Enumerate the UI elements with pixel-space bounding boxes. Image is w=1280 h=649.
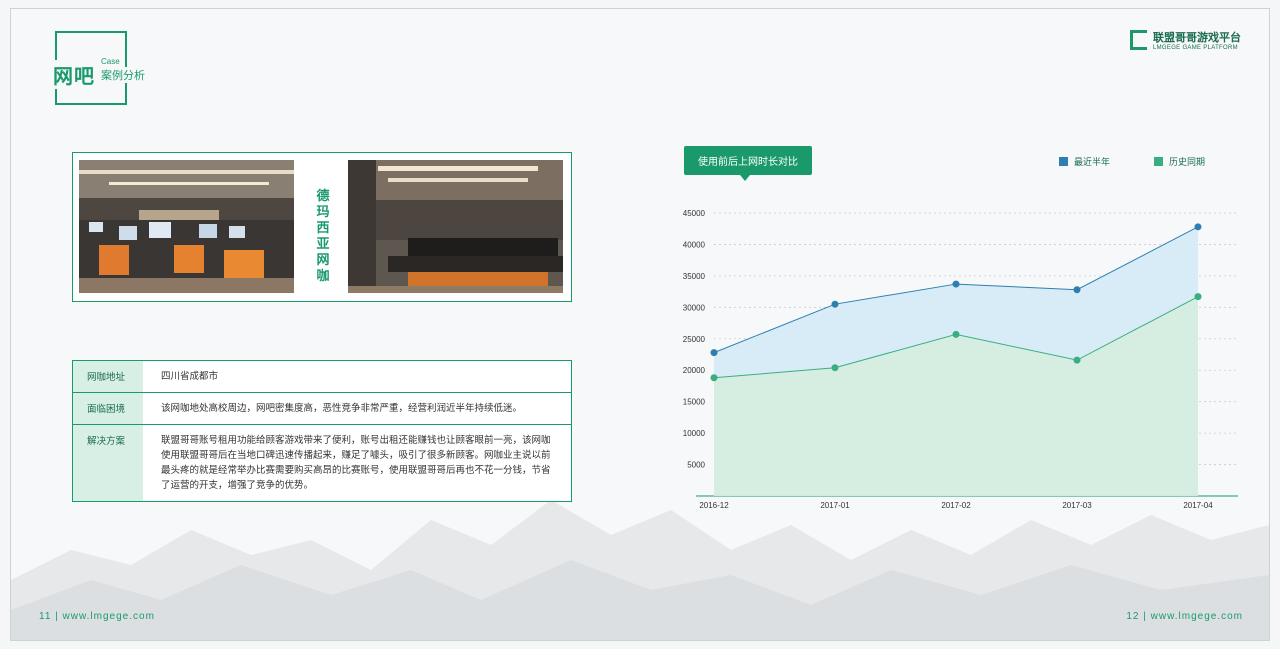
page-frame: 网吧 Case 案例分析 联盟哥哥游戏平台 LMGEGE GAME PLATFO… bbox=[10, 8, 1270, 641]
y-tick-label: 5000 bbox=[687, 461, 705, 470]
info-table: 网咖地址 四川省成都市 面临困境 该网咖地处高校周边，网吧密集度高，恶性竞争非常… bbox=[72, 360, 572, 502]
internet-cafe-photo-1 bbox=[79, 160, 294, 293]
y-tick-label: 20000 bbox=[683, 366, 706, 375]
info-label: 解决方案 bbox=[73, 425, 143, 501]
data-point-history bbox=[952, 330, 960, 338]
info-value: 联盟哥哥账号租用功能给顾客游戏带来了便利，账号出租还能赚钱也让顾客眼前一亮，该网… bbox=[161, 435, 551, 491]
section-title: 网吧 Case 案例分析 bbox=[51, 31, 147, 105]
title-case-label: Case bbox=[101, 57, 120, 66]
info-label: 面临困境 bbox=[73, 393, 143, 424]
brand: 联盟哥哥游戏平台 LMGEGE GAME PLATFORM bbox=[1130, 29, 1241, 51]
x-tick-label: 2017-03 bbox=[1062, 501, 1092, 510]
y-tick-label: 15000 bbox=[683, 398, 706, 407]
data-point-history bbox=[710, 374, 718, 382]
title-main: 网吧 bbox=[51, 60, 97, 89]
cafe-name-label: 德玛西亚网咖 bbox=[316, 188, 330, 283]
line-area-chart: 5000 10000 15000 20000 25000 30000 35000 40000 4… bbox=[683, 209, 1238, 510]
data-point-history bbox=[1073, 356, 1081, 364]
internet-cafe-photo-2 bbox=[348, 160, 563, 293]
footer-page-left: 11 | www.lmgege.com bbox=[39, 611, 155, 622]
x-tick-label: 2016-12 bbox=[699, 501, 729, 510]
x-tick-label: 2017-01 bbox=[820, 501, 850, 510]
data-point-recent bbox=[1073, 286, 1081, 294]
info-label: 网咖地址 bbox=[73, 361, 143, 392]
footer-page-right: 12 | www.lmgege.com bbox=[1126, 611, 1243, 622]
data-point-recent bbox=[952, 280, 960, 288]
title-subtitle: 案例分析 bbox=[101, 67, 147, 83]
chart-container: 使用前后上网时长对比 最近半年 历史同期 5000 10000 15000 20000… bbox=[651, 144, 1251, 514]
data-point-recent bbox=[831, 300, 839, 308]
info-value: 四川省成都市 bbox=[161, 371, 219, 382]
y-tick-label: 40000 bbox=[683, 240, 706, 249]
photo-panel: 德玛西亚网咖 bbox=[72, 152, 572, 302]
data-point-recent bbox=[710, 349, 718, 357]
x-tick-label: 2017-02 bbox=[941, 501, 971, 510]
brand-english: LMGEGE GAME PLATFORM bbox=[1153, 45, 1238, 51]
info-row-difficulty: 面临困境 该网咖地处高校周边，网吧密集度高，恶性竞争非常严重，经营利润近半年持续… bbox=[73, 393, 571, 425]
info-row-address: 网咖地址 四川省成都市 bbox=[73, 361, 571, 393]
info-row-solution: 解决方案 联盟哥哥账号租用功能给顾客游戏带来了便利，账号出租还能赚钱也让顾客眼前… bbox=[73, 425, 571, 501]
y-tick-label: 45000 bbox=[683, 209, 706, 218]
brand-logo-icon bbox=[1130, 30, 1147, 50]
y-tick-label: 10000 bbox=[683, 429, 706, 438]
data-point-history bbox=[1194, 293, 1202, 301]
data-point-recent bbox=[1194, 223, 1202, 231]
data-point-history bbox=[831, 364, 839, 372]
info-value: 该网咖地处高校周边，网吧密集度高，恶性竞争非常严重，经营利润近半年持续低迷。 bbox=[161, 403, 523, 414]
brand-name: 联盟哥哥游戏平台 bbox=[1153, 32, 1241, 44]
x-tick-label: 2017-04 bbox=[1183, 501, 1213, 510]
y-tick-label: 30000 bbox=[683, 303, 706, 312]
y-tick-label: 35000 bbox=[683, 272, 706, 281]
y-tick-label: 25000 bbox=[683, 335, 706, 344]
